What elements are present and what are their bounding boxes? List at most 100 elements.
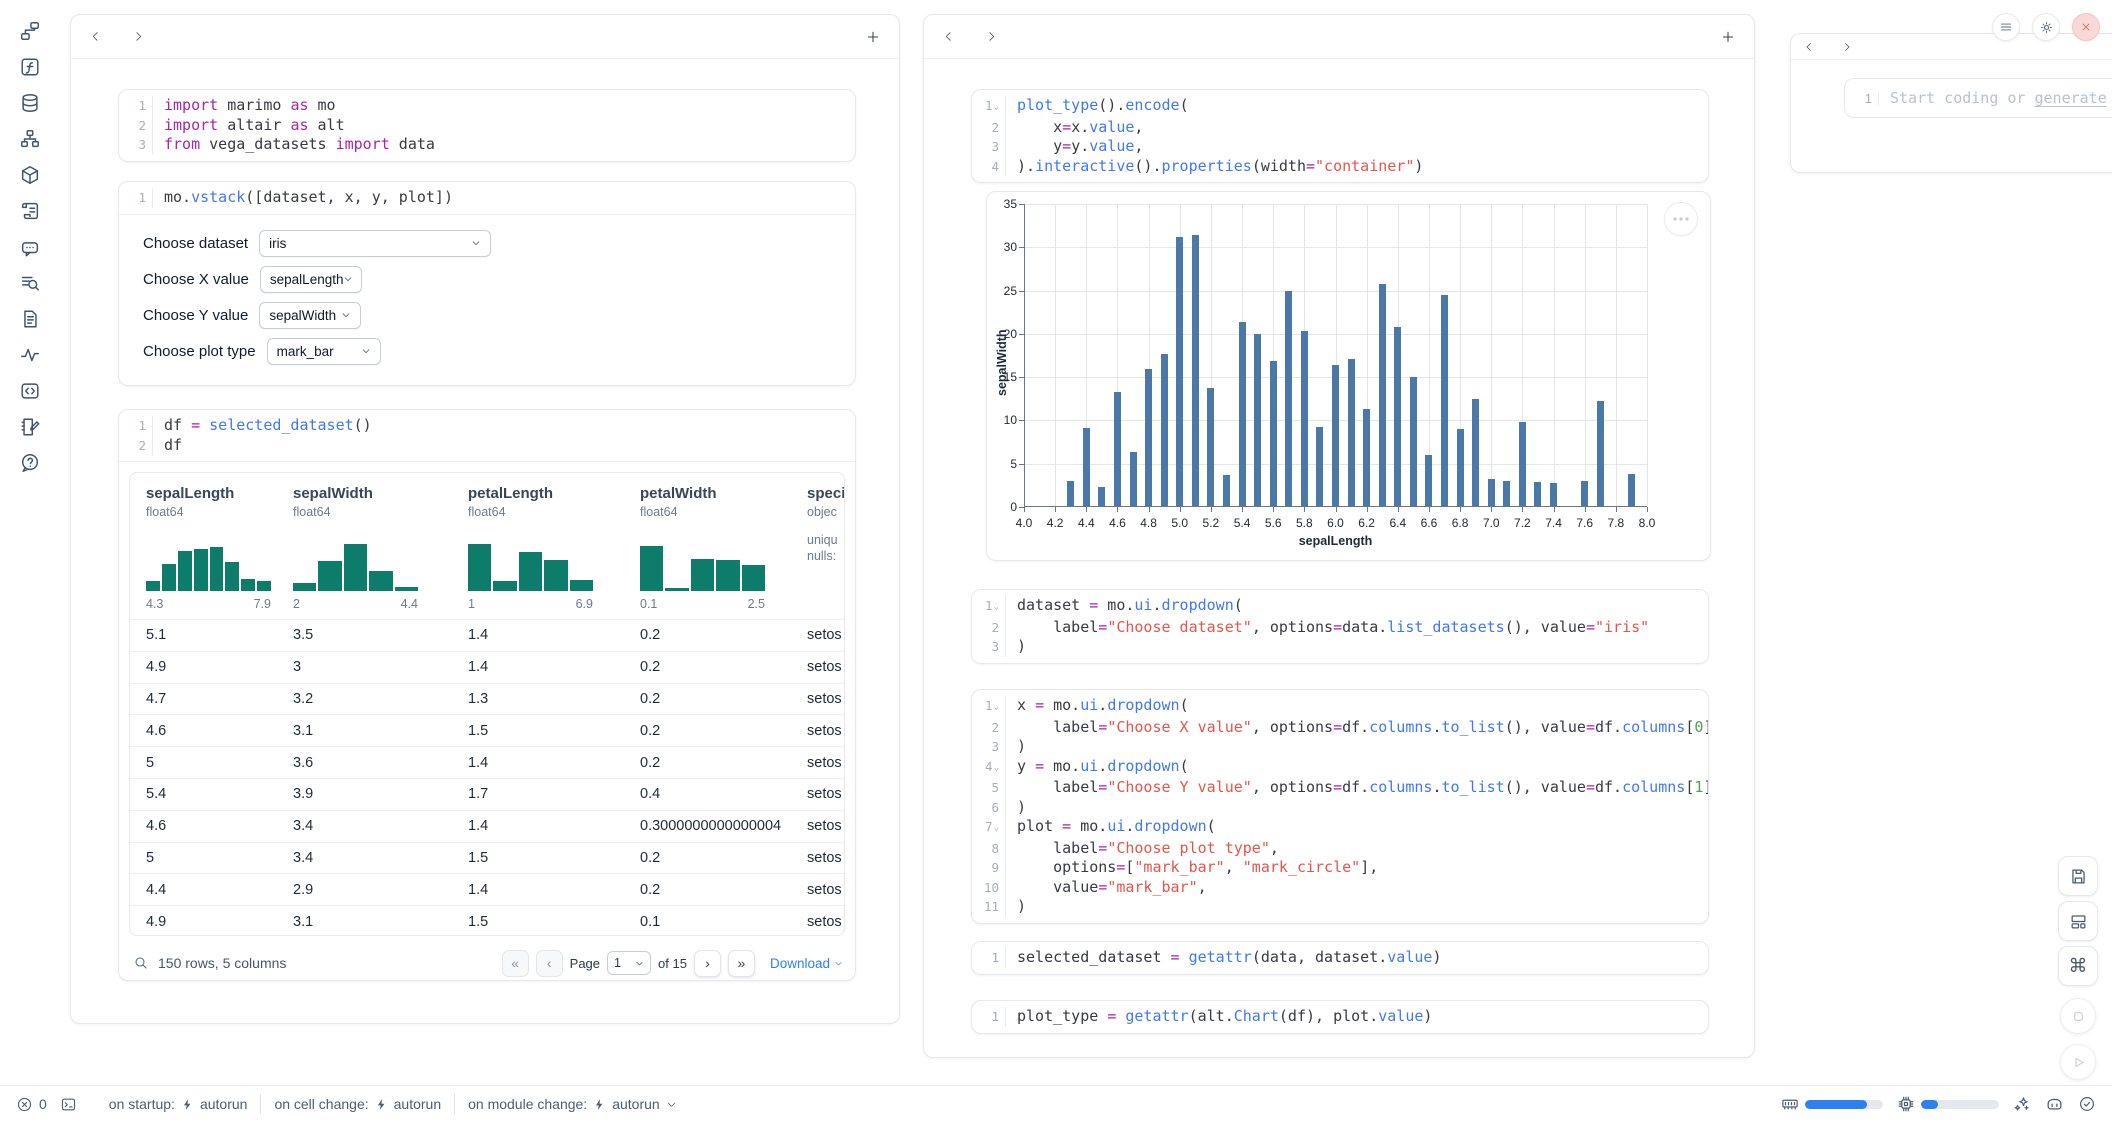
run-all-button[interactable] [2060,1044,2096,1080]
datasources-icon[interactable] [19,92,41,114]
table-row[interactable]: 4.42.91.40.2setos [130,873,844,905]
fold-chevron-icon[interactable]: ⌄ [994,98,999,118]
table-row[interactable]: 4.931.40.2setos [130,651,844,683]
table-row[interactable]: 5.13.51.40.2setos [130,619,844,651]
y-value-select[interactable]: sepalWidth [259,302,361,329]
save-button[interactable] [2058,856,2098,896]
code-line[interactable]: 4⌄y = mo.ui.dropdown( [972,757,1708,779]
interrupt-button[interactable] [2060,998,2096,1034]
tracing-icon[interactable] [19,344,41,366]
table-row[interactable]: 53.61.40.2setos [130,746,844,778]
imports-cell[interactable]: 1import marimo as mo2import altair as al… [118,89,856,162]
code-line[interactable]: 4).interactive().properties(width="conta… [972,157,1708,177]
terminal-button[interactable] [60,1096,77,1113]
close-button[interactable] [2072,13,2100,41]
code-line[interactable]: 7⌄plot = mo.ui.dropdown( [972,817,1708,839]
fold-chevron-icon[interactable]: ⌄ [994,819,999,839]
x-value-select[interactable]: sepalLength [260,266,362,293]
dataset-select[interactable]: iris [259,230,491,257]
table-row[interactable]: 4.63.41.40.3000000000000004setos [130,810,844,842]
code-line[interactable]: 1⌄dataset = mo.ui.dropdown( [972,596,1708,618]
code-line[interactable]: 3) [972,637,1708,657]
table-row[interactable]: 5.43.91.70.4setos [130,778,844,810]
next-page-button[interactable]: › [694,950,721,977]
dataframe-cell[interactable]: 1df = selected_dataset()2df sepalLengthf… [118,409,856,981]
code-line[interactable]: 1import marimo as mo [119,96,855,116]
code-line[interactable]: 5 label="Choose Y value", options=df.col… [972,778,1708,798]
code-line[interactable]: 10 value="mark_bar", [972,878,1708,898]
code-line[interactable]: 9 options=["mark_bar", "mark_circle"], [972,858,1708,878]
code-line[interactable]: 2df [119,436,855,456]
table-row[interactable]: 53.41.50.2setos [130,842,844,874]
table-row[interactable]: 4.73.21.30.2setos [130,683,844,715]
column-header-petalLength[interactable]: petalLengthfloat64 [468,485,600,519]
functions-icon[interactable] [19,56,41,78]
prev-page-button[interactable]: ‹ [536,950,563,977]
plot-type-cell[interactable]: 1plot_type = getattr(alt.Chart(df), plot… [971,1000,1709,1034]
code-line[interactable]: 1df = selected_dataset() [119,416,855,436]
ai-assist-button[interactable] [2013,1095,2031,1113]
column-header-sepalWidth[interactable]: sepalWidthfloat64 [293,485,425,519]
add-cell-button[interactable] [1720,29,1736,45]
errors-indicator[interactable]: 0 [16,1096,47,1113]
dependency-graph-icon[interactable] [19,128,41,150]
file-explorer-icon[interactable] [19,20,41,42]
on-startup-setting[interactable]: on startup: autorun [109,1096,248,1112]
logs-icon[interactable] [19,200,41,222]
code-line[interactable]: 8 label="Choose plot type", [972,839,1708,859]
chat-icon[interactable] [19,236,41,258]
generate-link[interactable]: generate [2035,89,2107,107]
connection-status-button[interactable] [2078,1095,2096,1113]
code-line[interactable]: 2import altair as alt [119,116,855,136]
page-select[interactable]: 1 [607,951,651,975]
xy-plot-dropdown-cell[interactable]: 1⌄x = mo.ui.dropdown(2 label="Choose X v… [971,689,1709,924]
selected-dataset-cell[interactable]: 1selected_dataset = getattr(data, datase… [971,941,1709,975]
vstack-cell[interactable]: 1mo.vstack([dataset, x, y, plot]) Choose… [118,181,856,386]
settings-button[interactable] [2032,13,2060,41]
column-header-sepalLength[interactable]: sepalLengthfloat64 [146,485,278,519]
column-header-petalWidth[interactable]: petalWidthfloat64 [640,485,772,519]
documentation-icon[interactable] [19,308,41,330]
fold-chevron-icon[interactable]: ⌄ [994,698,999,718]
last-page-button[interactable]: » [728,950,755,977]
menu-button[interactable] [1992,13,2020,41]
code-line[interactable]: 1plot_type = getattr(alt.Chart(df), plot… [972,1007,1708,1027]
column-header-speci[interactable]: speciobjecuniqunulls: [807,485,845,563]
plot-cell[interactable]: 1⌄plot_type().encode(2 x=x.value,3 y=y.v… [971,89,1709,183]
plot-type-select[interactable]: mark_bar [267,338,381,365]
chart-menu-button[interactable] [1664,202,1698,236]
packages-icon[interactable] [19,164,41,186]
code-line[interactable]: 11) [972,897,1708,917]
add-cell-button[interactable] [865,29,881,45]
help-icon[interactable] [19,452,41,474]
column-left-button[interactable] [89,30,102,43]
table-row[interactable]: 4.63.11.50.2setos [130,714,844,746]
code-line[interactable]: 3from vega_datasets import data [119,135,855,155]
scratchpad-icon[interactable] [19,416,41,438]
fold-chevron-icon[interactable]: ⌄ [994,759,999,779]
search-icon[interactable] [133,955,149,971]
code-line[interactable]: 3 y=y.value, [972,137,1708,157]
column-left-button[interactable] [942,30,955,43]
column-left-button[interactable] [1803,41,1815,53]
copilot-button[interactable] [2045,1095,2064,1114]
code-line[interactable]: 1selected_dataset = getattr(data, datase… [972,948,1708,968]
code-line[interactable]: 6) [972,798,1708,818]
fold-chevron-icon[interactable]: ⌄ [994,598,999,618]
code-line[interactable]: 2 label="Choose X value", options=df.col… [972,718,1708,738]
table-row[interactable]: 4.93.11.50.1setos [130,905,844,936]
snippets-icon[interactable] [19,380,41,402]
variables-icon[interactable] [19,272,41,294]
download-button[interactable]: Download [770,956,843,971]
code-line[interactable]: 1⌄x = mo.ui.dropdown( [972,696,1708,718]
column-right-button[interactable] [985,30,998,43]
code-line[interactable]: 3) [972,737,1708,757]
keyboard-shortcuts-button[interactable]: ⌘ [2058,946,2098,986]
code-line[interactable]: 2 x=x.value, [972,118,1708,138]
empty-code-cell[interactable]: 1 Start coding or generate with [1844,78,2112,118]
altair-chart[interactable]: 4.04.24.44.64.85.05.25.45.65.86.06.26.46… [986,191,1711,561]
on-module-change-setting[interactable]: on module change: autorun [468,1096,677,1112]
code-line[interactable]: 2 label="Choose dataset", options=data.l… [972,618,1708,638]
layout-button[interactable] [2058,901,2098,941]
first-page-button[interactable]: « [502,950,529,977]
